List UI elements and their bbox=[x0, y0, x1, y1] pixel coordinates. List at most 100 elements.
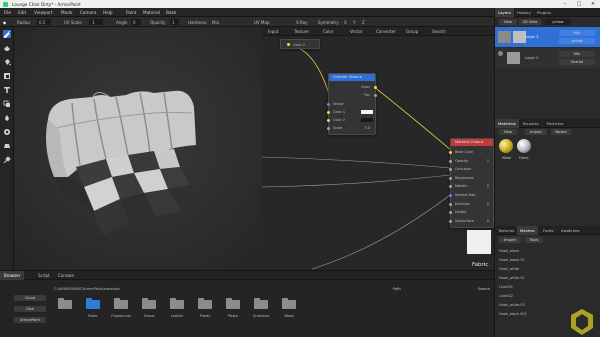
material-input-socket[interactable] bbox=[449, 194, 452, 197]
tab-console[interactable]: Console bbox=[58, 273, 74, 278]
brush-mode-icon[interactable]: ◆ bbox=[3, 20, 6, 25]
menu-bake[interactable]: Bake bbox=[166, 10, 176, 15]
tab-brushes[interactable]: Brushes bbox=[523, 121, 539, 126]
text-icon[interactable] bbox=[3, 86, 11, 94]
tab-plugins[interactable]: Plugins bbox=[537, 10, 551, 15]
material-input-socket[interactable] bbox=[449, 202, 452, 206]
tab-script[interactable]: Script bbox=[38, 273, 50, 278]
parent-folder-icon[interactable] bbox=[58, 298, 72, 309]
tab-browser[interactable]: Browser bbox=[0, 271, 25, 280]
layer-mask-select[interactable]: Shared bbox=[559, 59, 595, 65]
checker-scale-input[interactable] bbox=[327, 127, 330, 130]
checker-color1-input[interactable] bbox=[327, 111, 330, 114]
nodes-button[interactable]: Nodes bbox=[551, 129, 571, 135]
mesh-list-item[interactable]: Hook_white bbox=[499, 267, 519, 271]
clone-icon[interactable] bbox=[3, 100, 11, 108]
xray-toggle[interactable]: X-Ray bbox=[296, 20, 308, 25]
material-input-value[interactable]: 0 bbox=[487, 184, 489, 188]
opacity-field[interactable]: 1 bbox=[170, 19, 179, 25]
tab-fonts[interactable]: Fonts bbox=[543, 228, 554, 233]
mesh-list-item[interactable]: Hook_white.01 bbox=[499, 276, 525, 280]
fill-icon[interactable] bbox=[3, 58, 11, 66]
particle-icon[interactable] bbox=[3, 128, 11, 136]
checker-vector-input[interactable] bbox=[327, 103, 330, 106]
tab-particles[interactable]: Particles bbox=[547, 121, 563, 126]
layer-blend-select[interactable]: Mix bbox=[559, 30, 595, 36]
blend-mix-select[interactable]: Mix bbox=[212, 20, 219, 25]
menu-paint[interactable]: Paint bbox=[126, 10, 136, 15]
menu-camera[interactable]: Camera bbox=[80, 10, 96, 15]
layer-row-layer-3[interactable]: Layer 3 Mix yellow bbox=[495, 27, 600, 47]
material-input-socket[interactable] bbox=[449, 219, 452, 223]
angle-field[interactable]: 0 bbox=[131, 19, 141, 25]
folder-icon[interactable] bbox=[142, 298, 156, 309]
menu-file[interactable]: File bbox=[4, 10, 11, 15]
tools-button[interactable]: Tools bbox=[525, 237, 543, 243]
material-input-socket[interactable] bbox=[449, 168, 452, 172]
tab-textures[interactable]: Textures bbox=[498, 228, 514, 233]
bake-icon[interactable] bbox=[3, 142, 11, 150]
checker-texture-node[interactable]: Checker Texture Color Fac Vector Color 1… bbox=[327, 73, 377, 135]
scale-value[interactable]: 5.0 bbox=[365, 126, 370, 130]
uv-scale-field[interactable]: 1 bbox=[89, 19, 103, 25]
folder-icon[interactable] bbox=[170, 298, 184, 309]
uv-map-select[interactable]: UV Map bbox=[254, 20, 269, 25]
folder-icon[interactable] bbox=[254, 298, 268, 309]
tab-materials[interactable]: Materials bbox=[495, 119, 519, 128]
tab-layers[interactable]: Layers bbox=[495, 8, 514, 17]
menu-mode[interactable]: Mode bbox=[61, 10, 72, 15]
layer-view-select[interactable]: 2D View bbox=[519, 19, 541, 25]
color1-swatch[interactable] bbox=[361, 110, 373, 114]
minimize-button[interactable]: – bbox=[558, 0, 572, 8]
checker-color2-input[interactable] bbox=[327, 119, 330, 122]
browser-disk-button[interactable]: Disk bbox=[14, 306, 46, 312]
material-input-value[interactable]: 0 bbox=[487, 202, 489, 206]
folder-icon[interactable] bbox=[198, 298, 212, 309]
picker-icon[interactable] bbox=[3, 156, 11, 164]
folder-icon[interactable] bbox=[226, 298, 240, 309]
mesh-list-item[interactable]: Line001 bbox=[499, 285, 513, 289]
blur-icon[interactable] bbox=[3, 114, 11, 122]
color2-swatch[interactable] bbox=[361, 118, 373, 122]
tab-history[interactable]: History bbox=[517, 10, 531, 15]
browser-cloud-button[interactable]: Cloud bbox=[14, 295, 46, 301]
menu-viewport[interactable]: Viewport bbox=[34, 10, 53, 15]
layer-row-layer-2[interactable]: Layer 2 Mix Shared bbox=[495, 48, 600, 68]
tab-meshes[interactable]: Meshes bbox=[517, 226, 538, 235]
material-metal[interactable] bbox=[499, 139, 513, 153]
material-input-value[interactable]: 1 bbox=[487, 159, 489, 163]
folder-icon[interactable] bbox=[114, 298, 128, 309]
folder-icon[interactable] bbox=[86, 298, 100, 309]
color-socket[interactable] bbox=[287, 43, 290, 46]
node-editor[interactable]: Input Texture Color Vector Converter Gro… bbox=[262, 27, 494, 270]
radius-field[interactable]: 0.5 bbox=[37, 19, 51, 25]
layer-filter-field[interactable]: yellow bbox=[545, 19, 571, 25]
browser-armorpaint-button[interactable]: ArmorPaint bbox=[14, 317, 46, 323]
new-layer-button[interactable]: New bbox=[499, 19, 517, 25]
import-mesh-button[interactable]: Import bbox=[499, 237, 521, 243]
symmetry-x[interactable]: X bbox=[344, 20, 347, 25]
checker-fac-output[interactable] bbox=[374, 94, 377, 97]
menu-help[interactable]: Help bbox=[103, 10, 113, 15]
new-material-button[interactable]: New bbox=[499, 129, 517, 135]
maximize-button[interactable]: □ bbox=[572, 0, 586, 8]
symmetry-z[interactable]: Z bbox=[362, 20, 365, 25]
layer-mask-select[interactable]: yellow bbox=[559, 38, 595, 44]
menu-material[interactable]: Material bbox=[143, 10, 160, 15]
mesh-list-item[interactable]: Line002 bbox=[499, 294, 513, 298]
3d-viewport[interactable] bbox=[14, 27, 262, 270]
material-input-socket[interactable] bbox=[449, 151, 452, 154]
mesh-list-item[interactable]: Hook_black.001 bbox=[499, 312, 527, 316]
tab-swatches[interactable]: Swatches bbox=[561, 228, 580, 233]
material-input-socket[interactable] bbox=[449, 185, 452, 189]
layer-blend-select[interactable]: Mix bbox=[559, 51, 595, 57]
folder-icon[interactable] bbox=[282, 298, 296, 309]
material-fabric[interactable] bbox=[517, 139, 531, 153]
material-input-socket[interactable] bbox=[449, 176, 452, 180]
menu-edit[interactable]: Edit bbox=[18, 10, 26, 15]
mesh-list-item[interactable]: Hook_white.02 bbox=[499, 303, 525, 307]
eye-icon[interactable] bbox=[498, 51, 503, 56]
material-input-socket[interactable] bbox=[449, 211, 452, 215]
material-input-value[interactable]: 0 bbox=[487, 219, 489, 223]
path-field[interactable]: C:\ARMORPAINT\ArmorPaint\materials bbox=[54, 287, 120, 291]
